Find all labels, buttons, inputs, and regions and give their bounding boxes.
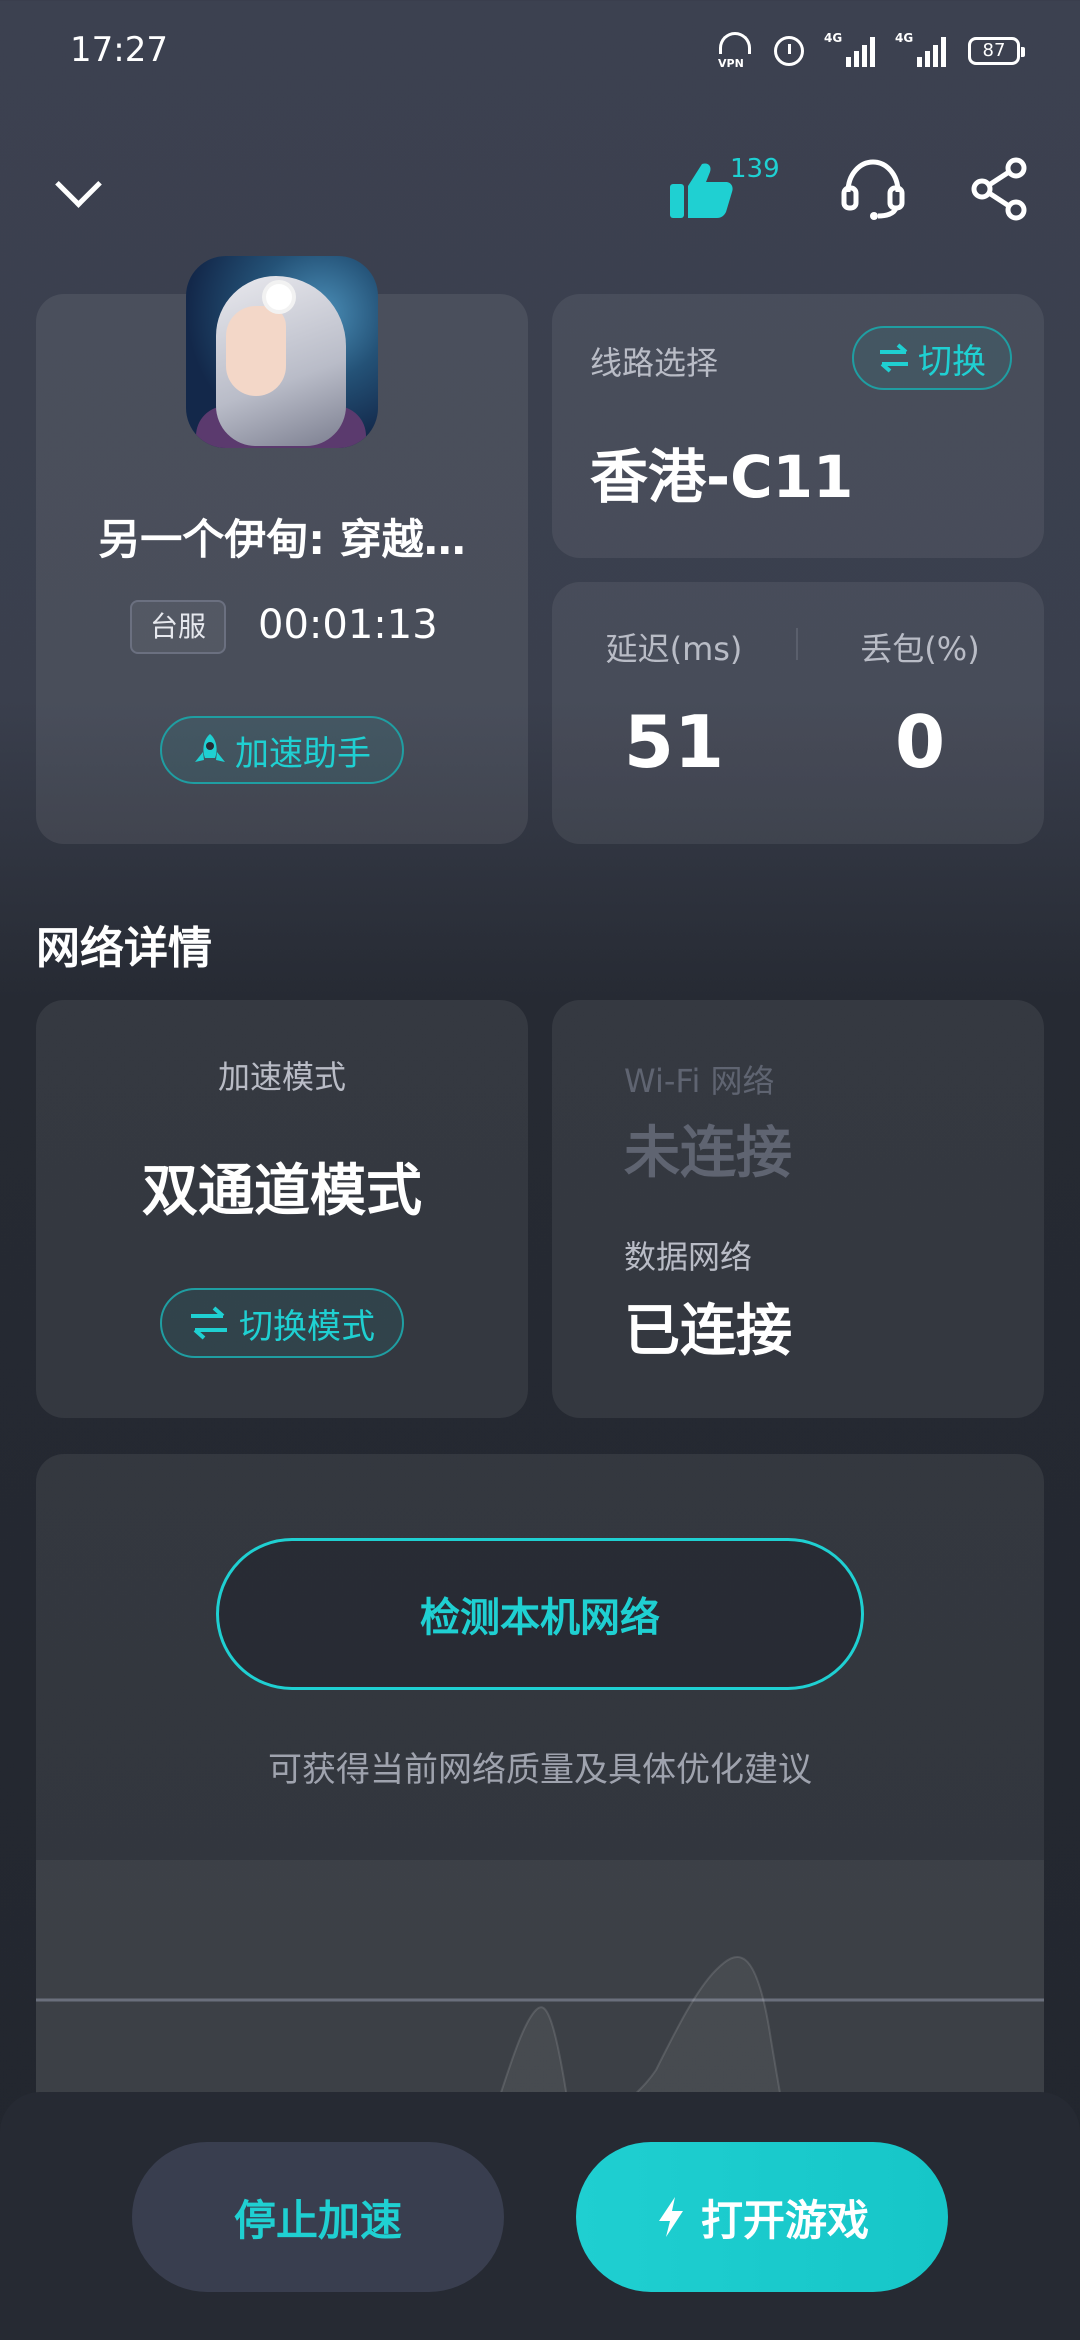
rocket-icon: [195, 734, 225, 762]
status-icons: VPN 4G 4G 87: [718, 31, 1025, 70]
thumbs-up-icon: [670, 163, 733, 218]
battery-icon: 87: [968, 37, 1025, 65]
elapsed-timer: 00:01:13: [258, 602, 438, 648]
wifi-label: Wi-Fi 网络: [624, 1062, 775, 1100]
mode-label: 加速模式: [217, 1058, 346, 1096]
assistant-button[interactable]: 加速助手: [160, 716, 404, 784]
open-game-label: 打开游戏: [700, 2195, 869, 2245]
share-icon[interactable]: [970, 156, 1030, 222]
game-title: 另一个伊甸: 穿越…: [98, 515, 466, 564]
detect-hint: 可获得当前网络质量及具体优化建议: [268, 1750, 812, 1790]
chevron-down-icon[interactable]: [50, 160, 110, 220]
status-bar: 17:27 VPN 4G 4G 87: [0, 0, 1080, 110]
assistant-label: 加速助手: [235, 733, 371, 774]
like-button[interactable]: 139: [668, 150, 780, 230]
stop-acceleration-button[interactable]: 停止加速: [132, 2142, 504, 2292]
loss-value: 0: [894, 700, 946, 784]
stop-acceleration-label: 停止加速: [233, 2195, 402, 2245]
open-game-button[interactable]: 打开游戏: [576, 2142, 948, 2292]
mode-switch-label: 切换模式: [239, 1306, 375, 1347]
headset-icon[interactable]: [840, 156, 906, 222]
route-switch-label: 切换: [918, 341, 986, 382]
game-icon: [186, 256, 378, 448]
like-count: 139: [730, 154, 780, 184]
mode-value: 双通道模式: [142, 1159, 422, 1224]
route-label: 线路选择: [590, 344, 719, 382]
vpn-label: VPN: [718, 57, 744, 70]
route-switch-button[interactable]: 切换: [852, 326, 1012, 390]
stats-divider: [796, 628, 798, 660]
region-badge: 台服: [130, 600, 226, 654]
signal-icon-2: 4G: [895, 31, 946, 67]
swap-icon: [880, 343, 908, 373]
alarm-icon: [774, 36, 804, 66]
signal-icon-1: 4G: [824, 31, 875, 67]
route-value: 香港-C11: [590, 443, 854, 511]
status-time: 17:27: [70, 30, 168, 70]
section-title: 网络详情: [36, 923, 212, 974]
mobile-data-label: 数据网络: [624, 1238, 753, 1276]
lightning-icon: [658, 2197, 683, 2237]
loss-label: 丢包(%): [860, 630, 980, 668]
detect-network-label: 检测本机网络: [420, 1595, 660, 1641]
latency-label: 延迟(ms): [605, 630, 743, 668]
swap-icon: [191, 1306, 227, 1340]
mode-switch-button[interactable]: 切换模式: [160, 1288, 404, 1358]
network-type-2: 4G: [895, 31, 914, 45]
wifi-status: 未连接: [624, 1121, 792, 1186]
vpn-icon: VPN: [718, 32, 752, 70]
network-type-1: 4G: [824, 31, 843, 45]
detect-network-button[interactable]: 检测本机网络: [216, 1538, 864, 1690]
mobile-data-status: 已连接: [624, 1299, 792, 1364]
latency-value: 51: [623, 700, 725, 784]
